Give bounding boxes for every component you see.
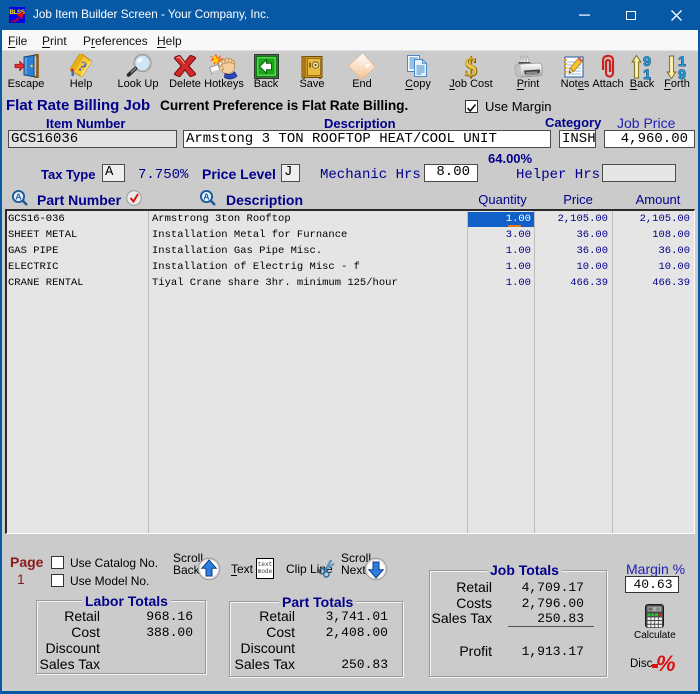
svg-text:$: $: [464, 54, 477, 80]
svg-text:A: A: [15, 192, 21, 202]
svg-text:A: A: [203, 192, 209, 202]
